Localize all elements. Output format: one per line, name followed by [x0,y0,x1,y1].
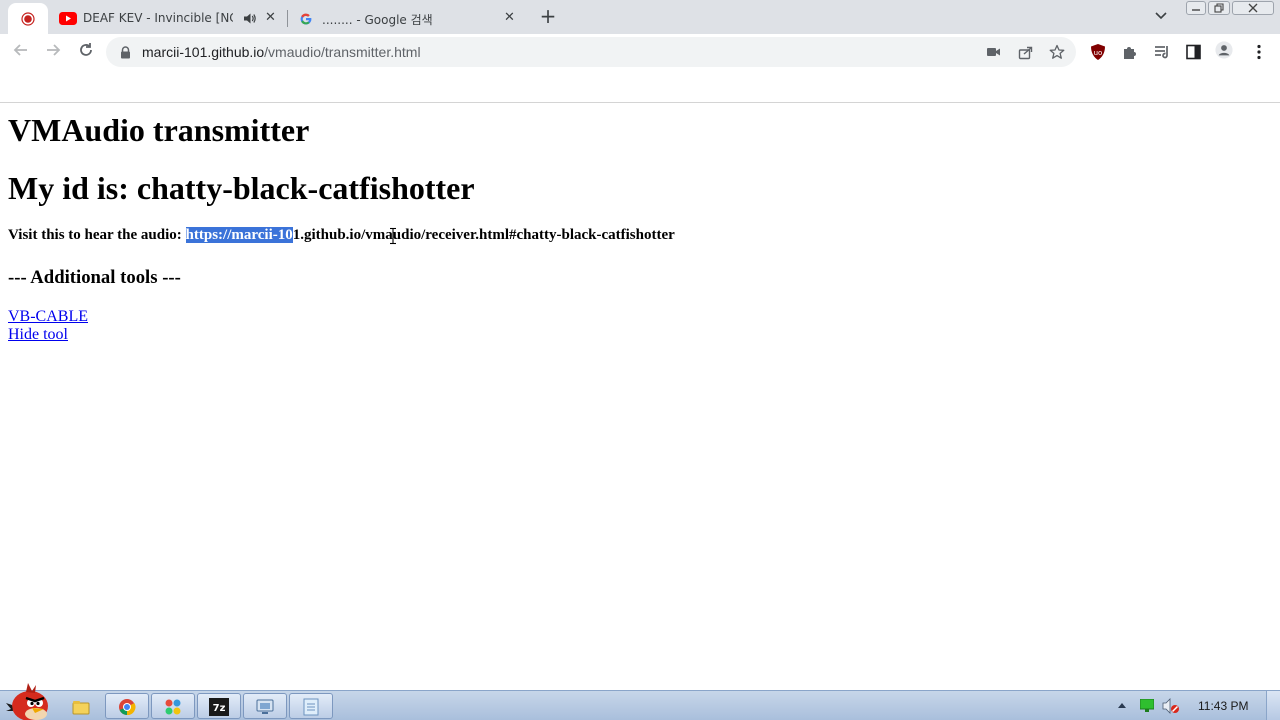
tab-title: DEAF KEV - Invincible [NC [83,11,233,25]
close-icon[interactable]: ✕ [504,10,515,25]
record-icon [21,11,35,26]
app-grid-taskbar-button[interactable] [151,693,195,719]
minimize-icon [1192,9,1200,11]
minimize-button[interactable] [1186,1,1206,15]
side-panel-icon[interactable] [1185,43,1203,61]
share-icon[interactable] [1018,45,1034,60]
close-icon [1248,3,1258,13]
tab-separator [287,10,288,27]
chrome-icon [119,699,136,716]
tab-title: ........ - Google 검색 [322,13,433,27]
tray-expand-icon[interactable] [1117,701,1127,709]
angry-birds-icon[interactable] [6,683,52,720]
text-cursor-icon [390,227,396,245]
tab-search-icon[interactable] [1154,11,1168,21]
7zip-taskbar-button[interactable]: 7z [197,693,241,719]
svg-text:uo: uo [1094,49,1103,57]
volume-muted-icon[interactable] [1162,698,1180,714]
address-bar[interactable]: marcii-101.github.io/vmaudio/transmitter… [106,37,1076,67]
youtube-icon [59,12,77,25]
svg-text:7z: 7z [213,703,226,714]
network-icon[interactable] [1140,699,1154,712]
receiver-link-selected[interactable]: https://marcii-10 [185,227,293,243]
restore-icon [1214,3,1224,13]
clock[interactable]: 11:43 PM [1198,699,1248,713]
speaker-icon[interactable] [243,12,257,25]
reload-icon [80,43,92,56]
extensions-icon[interactable] [1121,43,1139,61]
lock-icon[interactable] [120,46,131,59]
url-path: /vmaudio/transmitter.html [264,44,421,60]
url-text[interactable]: marcii-101.github.io/vmaudio/transmitter… [142,44,421,60]
visit-line: Visit this to hear the audio: https://ma… [8,227,675,244]
chrome-taskbar-button[interactable] [105,693,149,719]
forward-arrow-icon [47,44,61,56]
explorer-icon [72,701,90,715]
forward-button[interactable] [42,41,64,63]
7zip-icon: 7z [209,698,229,716]
taskbar: 7z 11:43 PM [0,683,1280,720]
ublock-icon[interactable]: uo [1089,43,1107,61]
notepad-icon [303,698,319,716]
google-icon [300,13,312,25]
tab-youtube[interactable]: DEAF KEV - Invincible [NC ✕ [52,3,286,34]
tab-google[interactable]: ........ - Google 검색 ✕ [291,3,527,34]
close-icon[interactable]: ✕ [265,10,276,25]
menu-icon[interactable] [1250,43,1268,61]
restore-button[interactable] [1208,1,1230,15]
back-arrow-icon [13,44,27,56]
tab-pinned[interactable] [8,3,48,34]
toolbar-divider [0,102,1280,103]
hide-tool-link[interactable]: Hide tool [8,326,68,344]
vb-cable-link[interactable]: VB-CABLE [8,308,88,326]
close-window-button[interactable] [1232,1,1274,15]
id-heading: My id is: chatty-black-catfishotter [8,170,475,206]
remote-icon [256,699,274,714]
remote-taskbar-button[interactable] [243,693,287,719]
new-tab-button[interactable]: + [538,6,558,26]
app-grid-icon [165,699,181,715]
media-control-icon[interactable] [1153,43,1171,61]
page-title: VMAudio transmitter [8,112,310,148]
star-icon[interactable] [1049,44,1065,60]
show-desktop-button[interactable] [1266,691,1280,720]
explorer-taskbar-button[interactable] [58,693,102,719]
tools-heading: --- Additional tools --- [8,267,181,288]
tab-strip: DEAF KEV - Invincible [NC ✕ ........ - G… [0,0,1280,34]
receiver-link-rest[interactable]: 1.github.io/vmaudio/receiver.html#chatty… [293,227,675,243]
camera-icon[interactable] [986,46,1002,58]
reload-button[interactable] [75,41,97,63]
notepad-taskbar-button[interactable] [289,693,333,719]
profile-avatar-icon[interactable] [1215,41,1233,59]
back-button[interactable] [10,41,32,63]
browser-toolbar: marcii-101.github.io/vmaudio/transmitter… [0,34,1280,70]
url-host: marcii-101.github.io [142,44,265,60]
visit-label: Visit this to hear the audio: [8,227,186,243]
